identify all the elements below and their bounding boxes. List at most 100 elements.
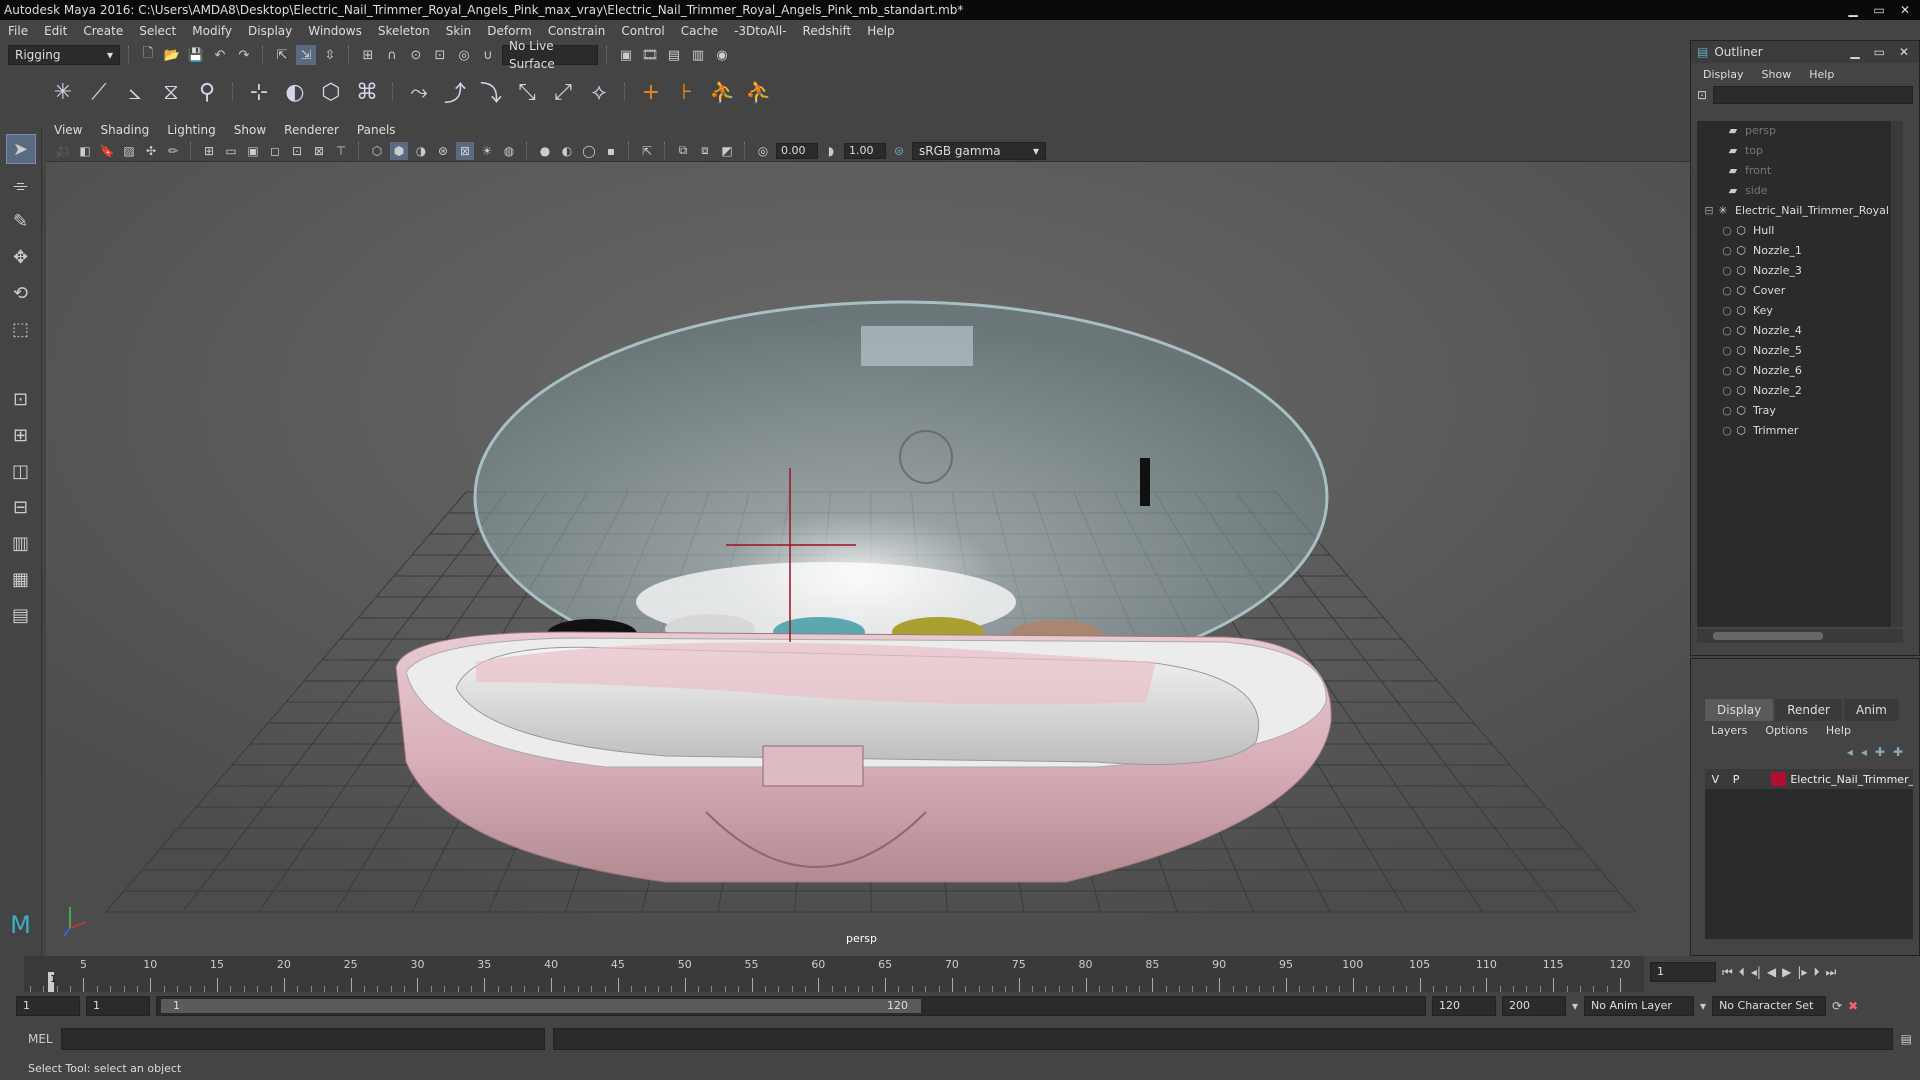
layer-tab-anim[interactable]: Anim [1843, 699, 1899, 721]
exposure-icon[interactable]: ◎ [754, 142, 772, 160]
single-pane-layout-icon[interactable]: ⊡ [6, 384, 36, 414]
auto-key-icon[interactable]: ⟳ [1832, 999, 1842, 1013]
menu-set-dropdown[interactable]: Rigging ▾ [8, 45, 120, 65]
snap-surface-icon[interactable]: ◎ [454, 45, 474, 65]
layer-playback-toggle[interactable]: P [1726, 773, 1747, 786]
script-editor-icon[interactable]: ▤ [1901, 1032, 1912, 1046]
viewport-menu-shading[interactable]: Shading [100, 123, 149, 137]
color-management-icon[interactable]: ⊜ [890, 142, 908, 160]
depth-of-field-icon[interactable]: ◯ [580, 142, 598, 160]
outliner-item[interactable]: ○ ⬡ Trimmer [1697, 421, 1903, 441]
ik-spline-icon[interactable]: ⦣ [120, 77, 150, 107]
close-icon[interactable]: ✕ [1899, 45, 1909, 59]
layer-menu-options[interactable]: Options [1765, 721, 1807, 741]
snap-point-icon[interactable]: ⊙ [406, 45, 426, 65]
time-slider-track[interactable]: 1 5 10 15 20 25 30 35 40 45 50 55 60 65 70 75 80 85 90 95 1… [24, 956, 1644, 992]
camera-attr-icon[interactable]: ◧ [76, 142, 94, 160]
chevron-down-icon[interactable]: ▾ [1572, 999, 1578, 1013]
outliner-item[interactable]: ○ ⬡ Nozzle_4 [1697, 321, 1903, 341]
anim-prefs-icon[interactable]: ✖ [1848, 999, 1858, 1013]
menu-create[interactable]: Create [83, 24, 123, 38]
point-constraint-icon[interactable]: ⤳ [404, 77, 434, 107]
viewport-menu-view[interactable]: View [54, 123, 82, 137]
ambient-occlusion-icon[interactable]: ◍ [500, 142, 518, 160]
scale-constraint-icon[interactable]: ⤡ [512, 77, 542, 107]
exposure-field[interactable]: 0.00 [776, 142, 818, 159]
menu-modify[interactable]: Modify [192, 24, 232, 38]
backface-icon[interactable]: ◩ [718, 142, 736, 160]
anim-layer-dropdown[interactable]: No Anim Layer [1584, 996, 1695, 1016]
menu-display[interactable]: Display [248, 24, 292, 38]
new-scene-icon[interactable]: 🗋 [138, 45, 158, 65]
gate-mask-icon[interactable]: ◻ [266, 142, 284, 160]
viewport-menu-show[interactable]: Show [234, 123, 266, 137]
undo-icon[interactable]: ↶ [210, 45, 230, 65]
range-slider[interactable]: 1 120 [156, 996, 1426, 1016]
menu-redshift[interactable]: Redshift [803, 24, 852, 38]
parent-constraint-icon[interactable]: ⤢ [548, 77, 578, 107]
scroll-thumb[interactable] [1713, 632, 1823, 640]
safe-title-icon[interactable]: ⊤ [332, 142, 350, 160]
current-frame-field[interactable]: 1 [1650, 962, 1716, 982]
wireframe-icon[interactable]: ⬡ [368, 142, 386, 160]
playback-start-field[interactable]: 1 [86, 996, 150, 1016]
go-to-start-icon[interactable]: ⏮ [1722, 965, 1733, 980]
outliner-item[interactable]: ⊟ ✳ Electric_Nail_Trimmer_Royal [1697, 201, 1903, 221]
select-object-icon[interactable]: ⇲ [296, 45, 316, 65]
menu-skeleton[interactable]: Skeleton [378, 24, 430, 38]
viewport-menu-renderer[interactable]: Renderer [284, 123, 339, 137]
move-tool-icon[interactable]: ✥ [6, 242, 36, 272]
film-gate-icon[interactable]: ▭ [222, 142, 240, 160]
joint-tool-icon[interactable]: ✳ [48, 77, 78, 107]
mirror-joint-icon[interactable]: ⧖ [156, 77, 186, 107]
snap-curve-icon[interactable]: ∩ [382, 45, 402, 65]
minimize-icon[interactable]: ▁ [1850, 45, 1859, 59]
two-d-pan-icon[interactable]: ✣ [142, 142, 160, 160]
playback-end-field[interactable]: 120 [1432, 996, 1496, 1016]
snap-view-icon[interactable]: ⊡ [430, 45, 450, 65]
scene-view[interactable] [46, 162, 1690, 956]
select-component-icon[interactable]: ⇳ [320, 45, 340, 65]
outliner-item[interactable]: ○ ⬡ Tray [1697, 401, 1903, 421]
new-layer-selected-icon[interactable]: ✚ [1893, 745, 1903, 759]
skeleton-icon[interactable]: ⚲ [192, 77, 222, 107]
magnet-icon[interactable]: ∪ [478, 45, 498, 65]
menu-control[interactable]: Control [621, 24, 664, 38]
minimize-icon[interactable]: ▁ [1842, 0, 1864, 20]
graph-layout-icon[interactable]: ▦ [6, 564, 36, 594]
grease-pencil-icon[interactable]: ✏ [164, 142, 182, 160]
menu-constrain[interactable]: Constrain [548, 24, 606, 38]
gamma-icon[interactable]: ◗ [822, 142, 840, 160]
menu-file[interactable]: File [8, 24, 28, 38]
textured-icon[interactable]: ⊛ [434, 142, 452, 160]
outliner-item[interactable]: ▰ side [1697, 181, 1903, 201]
outliner-hscrollbar[interactable] [1697, 629, 1903, 643]
side-by-side-layout-icon[interactable]: ◫ [6, 456, 36, 486]
character-icon[interactable]: ⛹ [744, 77, 774, 107]
resolution-gate-icon[interactable]: ▣ [244, 142, 262, 160]
smooth-shade-icon[interactable]: ⬢ [390, 141, 408, 160]
outliner-persp-layout-icon[interactable]: ▥ [6, 528, 36, 558]
outliner-vscrollbar[interactable] [1891, 121, 1903, 627]
layer-color-swatch[interactable] [1771, 772, 1787, 786]
field-chart-icon[interactable]: ⊡ [288, 142, 306, 160]
step-forward-key-icon[interactable]: ⏵ [1813, 965, 1819, 980]
hypershade-icon[interactable]: ◉ [712, 45, 732, 65]
lattice-icon[interactable]: ⬡ [316, 77, 346, 107]
end-time-field[interactable]: 200 [1502, 996, 1566, 1016]
render-view-icon[interactable]: ▥ [688, 45, 708, 65]
move-layer-up-icon[interactable]: ◂ [1847, 745, 1853, 759]
cluster-icon[interactable]: ⌘ [352, 77, 382, 107]
menu-help[interactable]: Help [867, 24, 894, 38]
ipr-render-icon[interactable]: ▤ [664, 45, 684, 65]
select-tool-icon[interactable]: ➤ [5, 134, 36, 164]
default-light-icon[interactable]: ◑ [412, 142, 430, 160]
hypershade-layout-icon[interactable]: ▤ [6, 600, 36, 630]
menu-cache[interactable]: Cache [681, 24, 718, 38]
bookmark-icon[interactable]: 🔖 [98, 142, 116, 160]
outliner-item[interactable]: ○ ⬡ Nozzle_6 [1697, 361, 1903, 381]
motion-blur-icon[interactable]: ● [536, 142, 554, 160]
step-forward-frame-icon[interactable]: |▸ [1797, 965, 1807, 979]
time-slider[interactable]: 1 5 10 15 20 25 30 35 40 45 50 55 60 65 70 75 80 85 90 95 1… [0, 956, 1920, 992]
step-back-key-icon[interactable]: ⏴ [1739, 965, 1745, 980]
